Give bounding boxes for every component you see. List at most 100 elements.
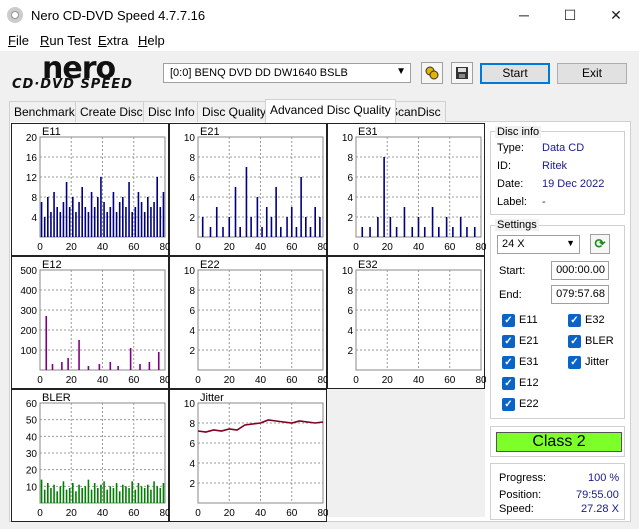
checkbox-label-jitter: Jitter <box>585 356 609 368</box>
checkbox-bler[interactable]: ✓ <box>568 335 581 348</box>
x-tick-label: 20 <box>224 508 236 519</box>
x-tick-label: 60 <box>128 242 140 253</box>
checkbox-e12[interactable]: ✓ <box>502 377 515 390</box>
refresh-icon: ⟳ <box>594 236 606 251</box>
checkbox-label-bler: BLER <box>585 335 614 347</box>
y-tick-label: 16 <box>26 153 38 164</box>
x-tick-label: 0 <box>37 508 43 519</box>
y-tick-label: 6 <box>189 306 195 317</box>
chart-e32: 0 20 40 60 80 2 4 6 8 10 E32 <box>342 259 486 386</box>
id-label: ID: <box>497 160 512 172</box>
checkbox-label-e32: E32 <box>585 314 605 326</box>
checkbox-e11[interactable]: ✓ <box>502 314 515 327</box>
progress-value: 100 % <box>588 472 620 484</box>
close-button[interactable]: ✕ <box>593 0 639 31</box>
y-tick-label: 500 <box>20 266 37 277</box>
checkbox-jitter[interactable]: ✓ <box>568 356 581 369</box>
x-tick-label: 20 <box>66 508 78 519</box>
chart-e31: 0 20 40 60 80 2 4 6 8 10 E31 <box>342 126 486 253</box>
checkbox-label-e12: E12 <box>519 377 539 389</box>
speed-select-value: 24 X <box>502 238 525 250</box>
graph-e12: 0 20 40 60 80 100 200 300 400 500 E12 <box>11 256 170 389</box>
y-tick-label: 4 <box>189 193 195 204</box>
save-button[interactable] <box>451 62 473 84</box>
y-tick-label: 4 <box>31 213 37 224</box>
y-tick-label: 6 <box>189 439 195 450</box>
y-tick-label: 50 <box>26 416 38 427</box>
chart-jitter: 0 20 40 60 80 2 4 6 8 10 Jitter <box>184 392 328 519</box>
y-tick-label: 2 <box>347 346 353 357</box>
window-title: Nero CD-DVD Speed 4.7.7.16 <box>31 8 206 23</box>
y-tick-label: 8 <box>189 419 195 430</box>
refresh-button[interactable]: ⟳ <box>590 234 610 254</box>
start-time-label: Start: <box>499 265 526 277</box>
x-tick-label: 60 <box>286 242 298 253</box>
menu-help[interactable]: Help <box>138 33 165 48</box>
tab-disc-quality[interactable]: Disc Quality <box>197 101 272 122</box>
y-tick-label: 8 <box>347 286 353 297</box>
x-tick-label: 20 <box>382 242 394 253</box>
chevron-down-icon: ▼ <box>396 66 406 77</box>
y-tick-label: 10 <box>342 266 354 277</box>
tab-disc-info[interactable]: Disc Info <box>143 101 200 122</box>
x-tick-label: 40 <box>97 242 109 253</box>
end-time-label: End: <box>499 289 522 301</box>
tab-create-disc[interactable]: Create Disc <box>75 101 148 122</box>
menu-extra[interactable]: Extra <box>98 33 128 48</box>
y-tick-label: 6 <box>189 173 195 184</box>
y-tick-label: 10 <box>184 399 196 410</box>
x-tick-label: 40 <box>97 508 109 519</box>
chart-title: E11 <box>42 126 61 138</box>
menu-run-test[interactable]: Run Test <box>40 33 91 48</box>
x-tick-label: 80 <box>475 375 486 386</box>
tab-advanced-disc-quality[interactable]: Advanced Disc Quality <box>265 99 396 123</box>
x-tick-label: 0 <box>353 375 359 386</box>
x-tick-label: 0 <box>37 375 43 386</box>
x-tick-label: 40 <box>97 375 109 386</box>
date-value: 19 Dec 2022 <box>542 178 605 190</box>
class-result: Class 2 <box>496 432 622 452</box>
chart-bler: 0 20 40 60 80102030405060BLER <box>26 392 170 519</box>
menu-bar <box>0 31 639 51</box>
checkbox-label-e11: E11 <box>519 314 538 326</box>
drive-info-button[interactable] <box>421 62 443 84</box>
cd-dvd-speed-logo: CD·DVD SPEED <box>12 77 133 92</box>
tab-benchmark[interactable]: Benchmark <box>9 101 80 122</box>
drive-select[interactable]: [0:0] BENQ DVD DD DW1640 BSLB ▼ <box>163 63 411 83</box>
speed-value: 27.28 X <box>581 503 619 515</box>
start-time-field[interactable]: 000:00.00 <box>551 261 609 280</box>
chart-e11: 0 20 40 60 8048121620E11 <box>26 126 170 253</box>
y-tick-label: 40 <box>26 432 38 443</box>
maximize-button[interactable]: ☐ <box>547 0 593 31</box>
y-tick-label: 2 <box>189 346 195 357</box>
y-tick-label: 8 <box>347 153 353 164</box>
x-tick-label: 40 <box>413 242 425 253</box>
graph-bler: 0 20 40 60 80 10 20 30 40 50 60 BLER <box>11 389 170 522</box>
x-tick-label: 60 <box>128 375 140 386</box>
y-tick-label: 8 <box>189 153 195 164</box>
graph-jitter: 0 20 40 60 80 2 4 6 8 10 Jitter <box>169 389 328 522</box>
checkbox-e32[interactable]: ✓ <box>568 314 581 327</box>
y-tick-label: 8 <box>31 193 37 204</box>
y-tick-label: 4 <box>189 459 195 470</box>
exit-button[interactable]: Exit <box>557 63 627 84</box>
checkbox-e31[interactable]: ✓ <box>502 356 515 369</box>
save-icon <box>456 67 468 79</box>
y-tick-label: 60 <box>26 399 38 410</box>
checkbox-e21[interactable]: ✓ <box>502 335 515 348</box>
end-time-field[interactable]: 079:57.68 <box>551 285 609 304</box>
x-tick-label: 0 <box>195 242 201 253</box>
x-tick-label: 40 <box>255 508 267 519</box>
y-tick-label: 10 <box>184 266 196 277</box>
settings-title: Settings <box>495 219 539 231</box>
speed-select[interactable]: 24 X ▼ <box>497 235 580 254</box>
menu-file[interactable]: File <box>8 33 29 48</box>
y-tick-label: 2 <box>189 479 195 490</box>
y-tick-label: 8 <box>189 286 195 297</box>
x-tick-label: 0 <box>195 375 201 386</box>
graph-e11: 0 20 40 60 80 4 8 12 16 20 E11 <box>11 123 170 256</box>
minimize-button[interactable]: ─ <box>501 0 547 31</box>
start-button[interactable]: Start <box>480 63 550 84</box>
checkbox-e22[interactable]: ✓ <box>502 398 515 411</box>
y-tick-label: 4 <box>347 193 353 204</box>
